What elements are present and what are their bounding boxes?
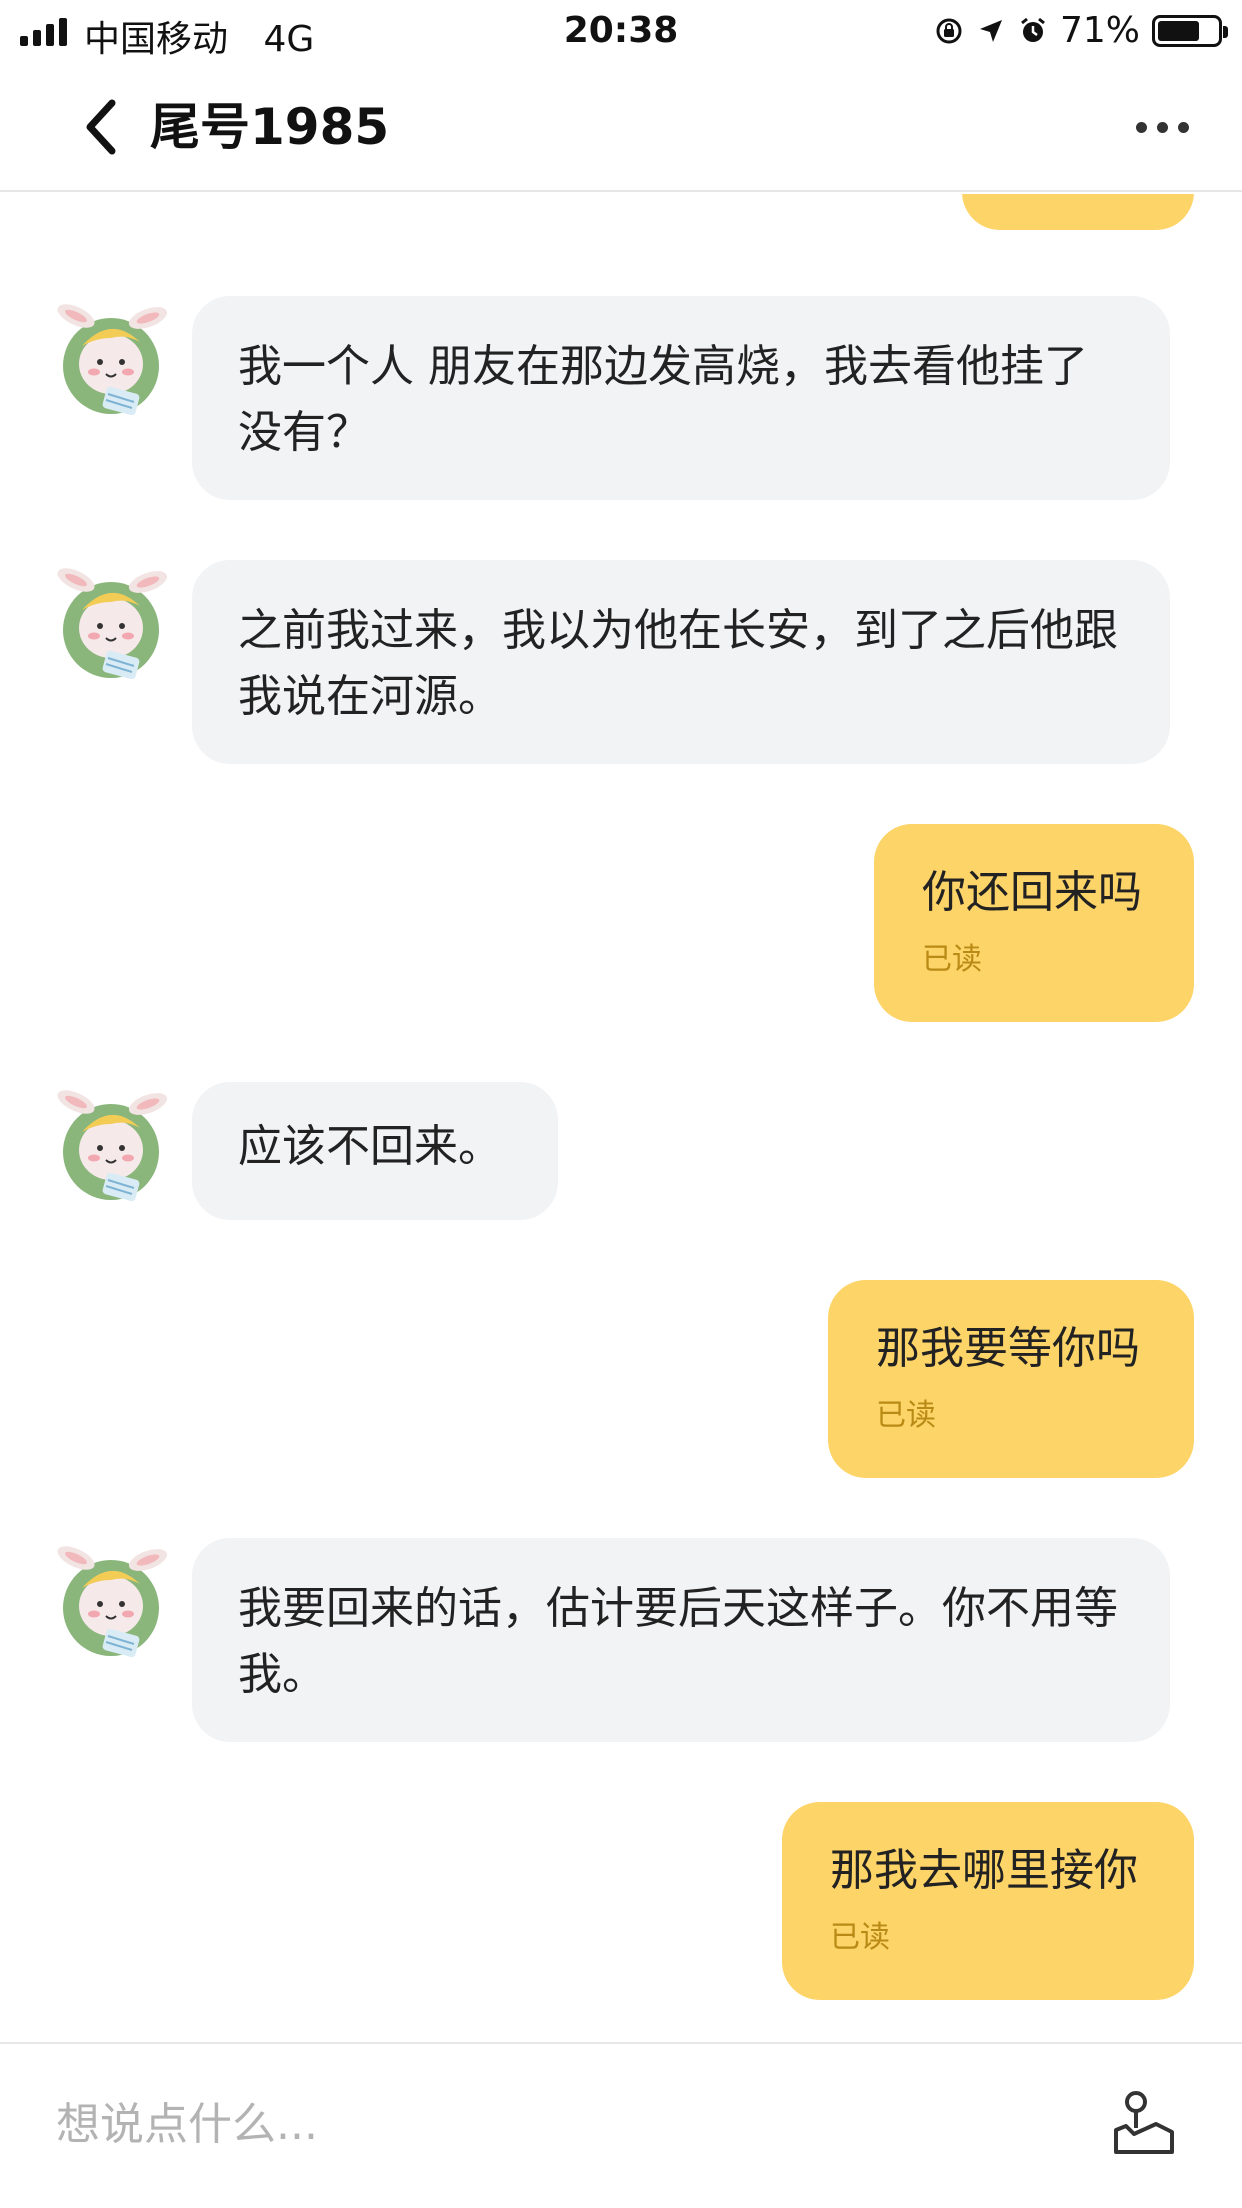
bunny-avatar-icon[interactable]: [46, 1536, 176, 1666]
outgoing-message-text: 那我要等你吗: [876, 1323, 1140, 1374]
more-dot: [1177, 121, 1189, 133]
nav-bar: 尾号1985: [0, 62, 1242, 192]
orientation-lock-icon: [936, 18, 962, 43]
input-bar: [0, 2042, 1242, 2208]
location-share-icon[interactable]: [1106, 2086, 1182, 2162]
outgoing-message-bubble[interactable]: 那我要等你吗 已读: [828, 1280, 1194, 1478]
outgoing-message-text: 那我去哪里接你: [830, 1845, 1138, 1896]
more-button[interactable]: [1122, 102, 1202, 152]
read-status: 已读: [922, 942, 982, 977]
incoming-message-bubble[interactable]: 我一个人 朋友在那边发高烧，我去看他挂了没有？: [192, 296, 1170, 500]
location-arrow-icon: [979, 19, 1002, 42]
status-bar: 中国移动 4G 20:38 71%: [0, 0, 1242, 62]
message-list[interactable]: 我一个人 朋友在那边发高烧，我去看他挂了没有？ 之前我过来，我以为他在长安，到了…: [0, 194, 1242, 2042]
bunny-avatar-icon[interactable]: [46, 1080, 176, 1210]
incoming-message-bubble[interactable]: 之前我过来，我以为他在长安，到了之后他跟我说在河源。: [192, 560, 1170, 764]
status-right-group: 71%: [934, 10, 1228, 51]
chat-screen: 中国移动 4G 20:38 71% 尾号1985 我一个人 朋友在那边发高烧，我…: [0, 0, 1242, 2208]
battery-percent: 71%: [1059, 10, 1140, 51]
outgoing-message-bubble[interactable]: 你还回来吗 已读: [874, 824, 1194, 1022]
outgoing-message-bubble[interactable]: 那我去哪里接你 已读: [782, 1802, 1194, 2000]
alarm-icon: [1021, 17, 1045, 42]
more-dot: [1156, 121, 1168, 133]
previous-message-bubble: [962, 194, 1194, 230]
chevron-left-icon: [86, 99, 116, 155]
read-status: 已读: [830, 1920, 890, 1955]
bunny-avatar-icon[interactable]: [46, 294, 176, 424]
read-status: 已读: [876, 1398, 936, 1433]
battery-icon: [1152, 14, 1228, 47]
incoming-message-bubble[interactable]: 应该不回来。: [192, 1082, 558, 1220]
bunny-avatar-icon[interactable]: [46, 558, 176, 688]
battery-fill: [1158, 20, 1199, 41]
back-button[interactable]: [70, 92, 130, 162]
outgoing-message-text: 你还回来吗: [922, 867, 1142, 918]
more-dot: [1135, 121, 1147, 133]
page-title: 尾号1985: [150, 98, 390, 156]
message-input[interactable]: [56, 2084, 956, 2164]
incoming-message-bubble[interactable]: 我要回来的话，估计要后天这样子。你不用等我。: [192, 1538, 1170, 1742]
